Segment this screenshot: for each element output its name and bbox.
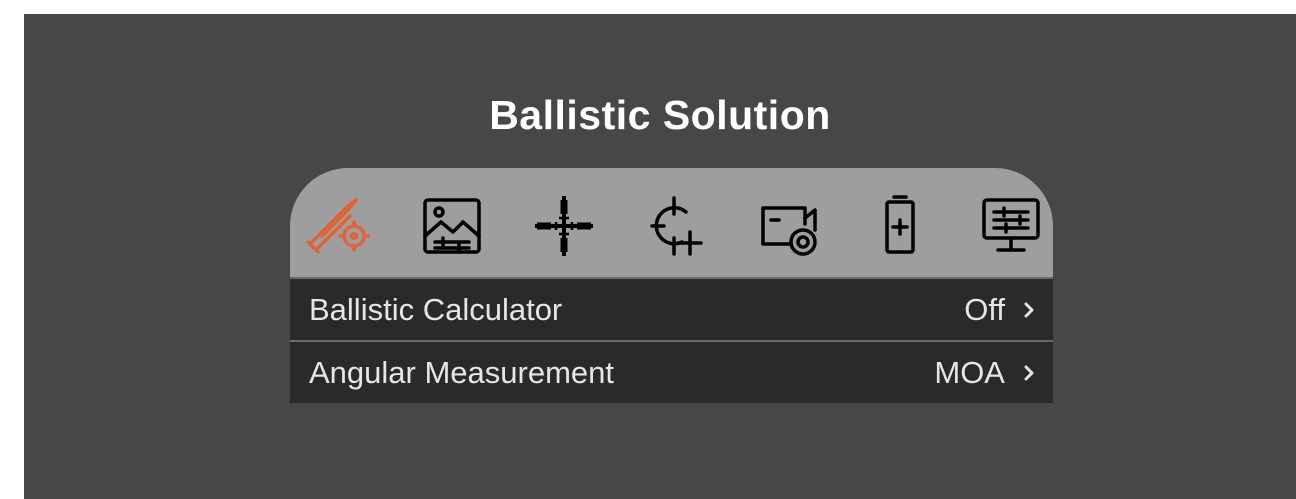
crosshair-plus-icon: [650, 196, 703, 256]
row-value: MOA: [934, 355, 1005, 390]
battery-icon: [885, 195, 915, 254]
display-settings-icon: [982, 198, 1040, 252]
tab-display[interactable]: [976, 192, 1046, 260]
tab-ballistics[interactable]: [304, 192, 374, 260]
list-item-angular-measurement[interactable]: Angular Measurement MOA: [290, 342, 1053, 403]
bullet-target-icon: [306, 198, 370, 254]
tab-reticle[interactable]: [529, 192, 599, 260]
row-label: Angular Measurement: [309, 355, 614, 390]
tab-zeroing[interactable]: [640, 192, 710, 260]
reticle-icon: [535, 196, 593, 256]
screen: Ballistic Solution Ballistic Calculator …: [24, 14, 1296, 499]
chevron-right-icon: [1024, 302, 1034, 318]
list-item-ballistic-calculator[interactable]: Ballistic Calculator Off: [290, 279, 1053, 340]
chevron-right-icon: [1024, 365, 1034, 381]
tab-bar: [290, 168, 1053, 277]
tab-recording[interactable]: [753, 192, 823, 260]
page-title: Ballistic Solution: [489, 92, 831, 138]
tab-battery[interactable]: [865, 192, 935, 260]
image-adjust-icon: [423, 198, 481, 254]
settings-panel: Ballistic Calculator Off Angular Measure…: [290, 168, 1053, 404]
tab-image[interactable]: [417, 192, 487, 260]
row-value: Off: [964, 292, 1005, 327]
row-label: Ballistic Calculator: [309, 292, 563, 327]
record-video-icon: [761, 206, 817, 256]
